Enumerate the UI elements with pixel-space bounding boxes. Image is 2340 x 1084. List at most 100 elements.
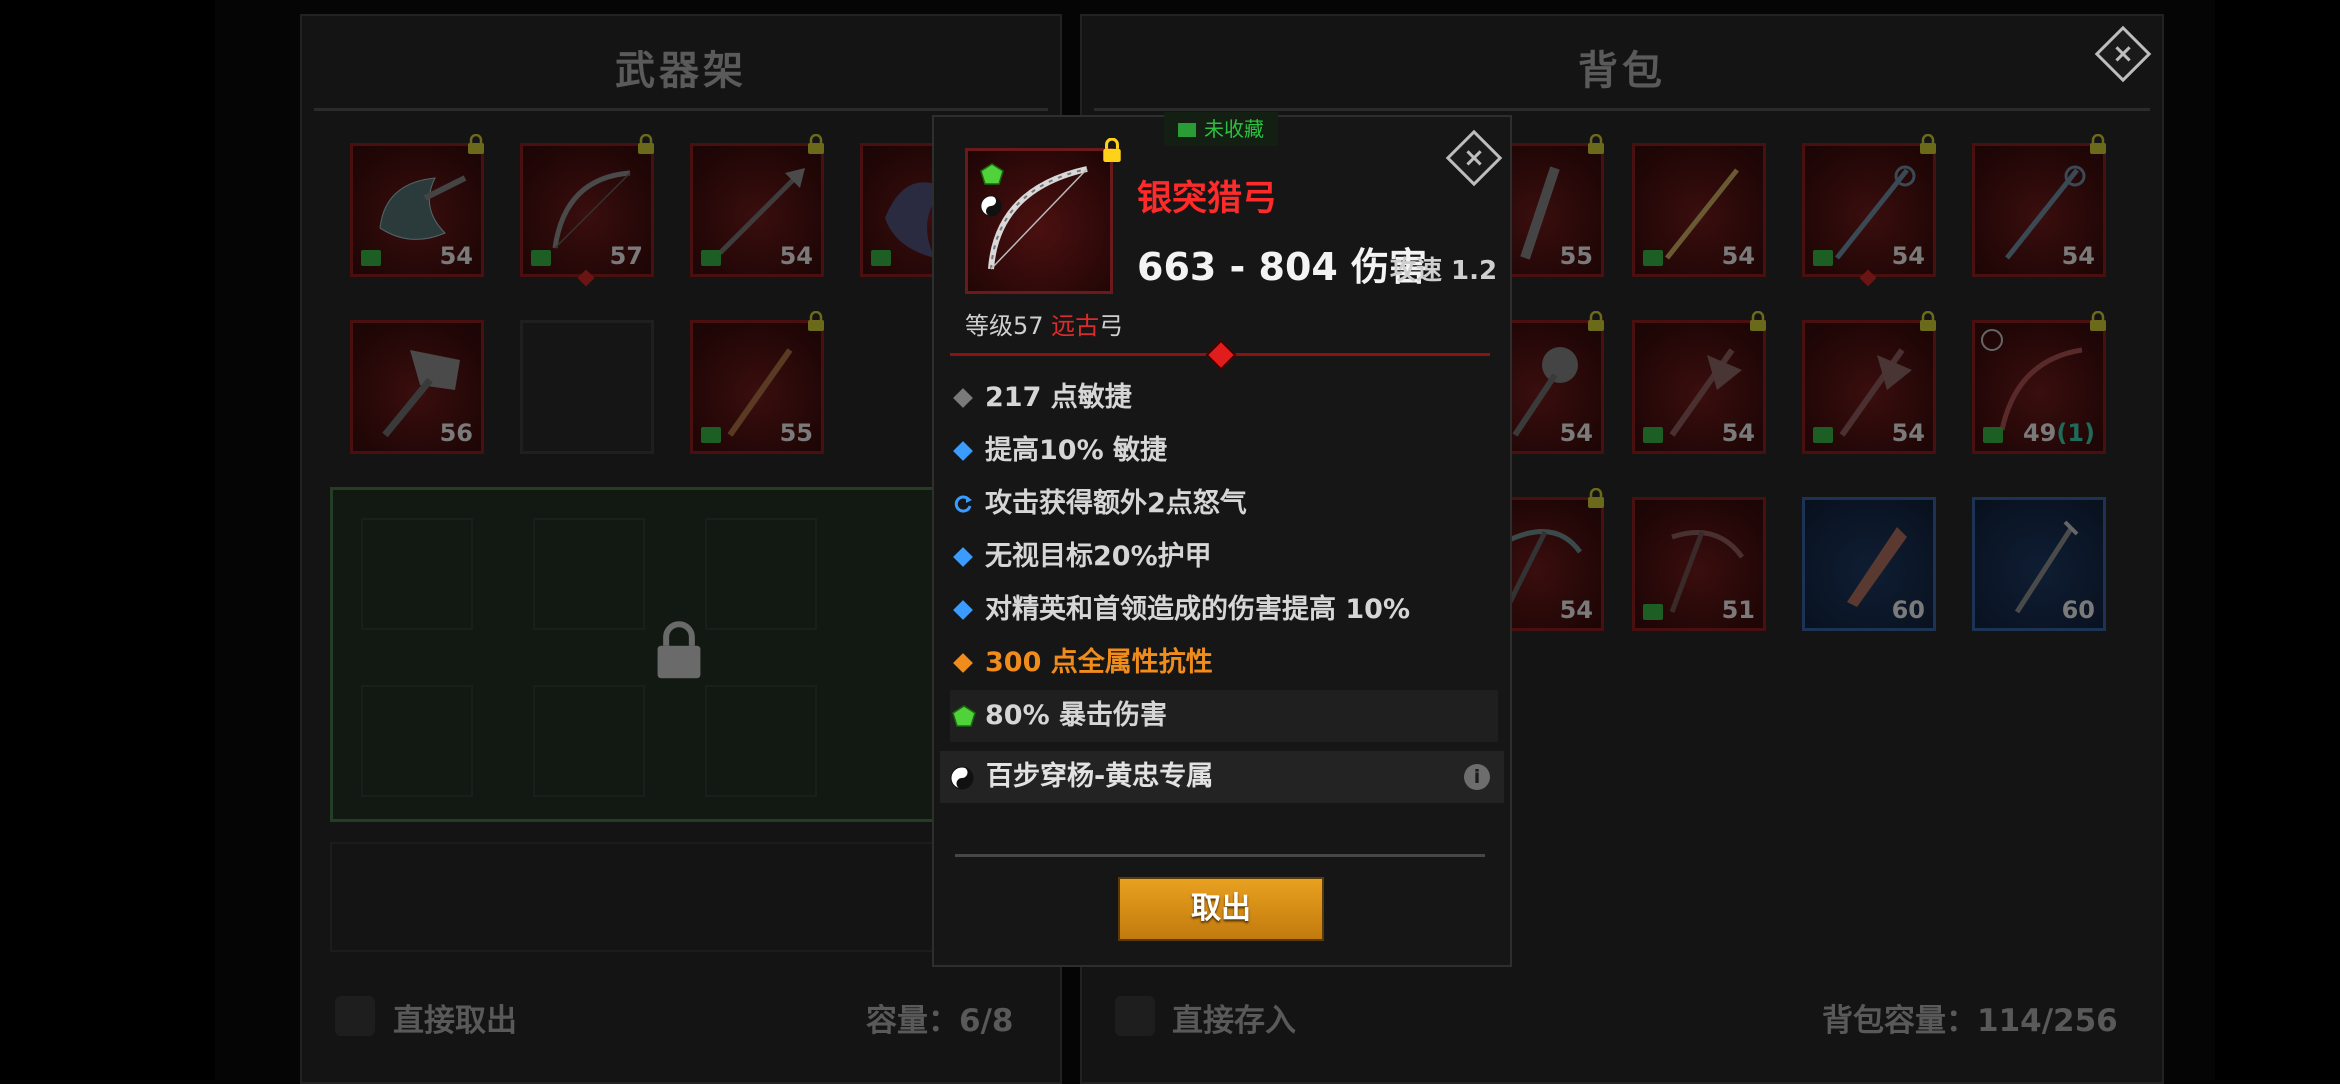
take-out-button[interactable]: 取出 xyxy=(1118,877,1324,941)
close-icon: × xyxy=(2112,39,2134,69)
item-level: 60 xyxy=(1891,596,1925,624)
direct-deposit-label: 直接存入 xyxy=(1172,1003,1296,1039)
direct-takeout-checkbox[interactable] xyxy=(335,996,375,1036)
item-level: 54 xyxy=(2061,242,2095,270)
direct-deposit-checkbox[interactable] xyxy=(1115,996,1155,1036)
direct-takeout-label: 直接取出 xyxy=(393,1003,517,1039)
collected-book-icon xyxy=(361,250,381,266)
backpack-slot[interactable]: 54 xyxy=(1802,133,1936,287)
backpack-slot[interactable]: 54 xyxy=(1972,133,2106,277)
rack-slot[interactable]: 54 xyxy=(350,133,484,277)
collected-book-icon xyxy=(1813,427,1833,443)
stat-row: 217 点敏捷 xyxy=(950,372,1498,424)
stat-row: 无视目标20%护甲 xyxy=(950,531,1498,583)
collected-book-icon xyxy=(701,427,721,443)
left-letterbox xyxy=(0,0,215,1080)
collection-status-badge: 未收藏 xyxy=(1164,112,1278,146)
backpack-slot[interactable]: 49(1) xyxy=(1972,310,2106,454)
collected-book-icon xyxy=(1983,427,2003,443)
set-bonus-name: 百步穿杨-黄忠专属 xyxy=(986,761,1214,792)
backpack-slot[interactable]: 54 xyxy=(1632,310,1766,454)
item-level: 55 xyxy=(1559,242,1593,270)
locked-slots-area xyxy=(330,487,940,822)
rack-slot[interactable]: 54 xyxy=(690,133,824,277)
divider xyxy=(955,854,1485,857)
lock-icon xyxy=(805,310,827,331)
collected-book-icon xyxy=(1643,427,1663,443)
item-level: 57 xyxy=(609,242,643,270)
empty-rack-slot[interactable] xyxy=(520,320,654,454)
locked-slots-row xyxy=(330,842,940,952)
set-bonus-row[interactable]: 百步穿杨-黄忠专属 i xyxy=(940,751,1504,803)
lock-icon xyxy=(657,621,701,679)
collected-book-icon xyxy=(1643,250,1663,266)
lock-icon xyxy=(1585,133,1607,154)
weapon-type: 弓 xyxy=(1099,312,1124,340)
stack-count: (1) xyxy=(2056,419,2095,447)
rack-slot[interactable]: 55 xyxy=(690,310,824,454)
refresh-icon xyxy=(954,495,972,513)
item-level: 54 xyxy=(1721,242,1755,270)
collected-book-icon xyxy=(701,250,721,266)
attack-speed: 攻速 1.2 xyxy=(1390,256,1498,286)
orange-diamond-icon xyxy=(953,653,973,673)
stat-row: 对精英和首领造成的伤害提高 10% xyxy=(950,584,1498,636)
backpack-slot[interactable]: 54 xyxy=(1632,143,1766,277)
book-icon xyxy=(1178,123,1196,137)
divider xyxy=(1094,108,2150,111)
stat-row: 80% 暴击伤害 xyxy=(950,690,1498,742)
blue-diamond-icon xyxy=(953,600,973,620)
rarity-label: 远古 xyxy=(1051,312,1100,340)
item-level: 54 xyxy=(1559,596,1593,624)
lock-icon xyxy=(805,133,827,154)
green-gem-icon xyxy=(980,163,1004,185)
lock-icon xyxy=(465,133,487,154)
item-portrait xyxy=(965,148,1113,294)
item-level: 56 xyxy=(439,419,473,447)
lock-icon xyxy=(1917,133,1939,154)
item-level-info: 等级57 远古弓 xyxy=(965,312,1124,340)
item-level: 55 xyxy=(779,419,813,447)
item-level: 54 xyxy=(1559,419,1593,447)
damage-range: 663 - 804 伤害 xyxy=(1137,245,1428,289)
ring-icon xyxy=(1981,329,2003,351)
collected-book-icon xyxy=(1813,250,1833,266)
backpack-slot[interactable]: 60 xyxy=(1972,497,2106,631)
lock-icon xyxy=(2087,310,2109,331)
blue-diamond-icon xyxy=(953,547,973,567)
gray-diamond-icon xyxy=(953,388,973,408)
green-gem-icon xyxy=(952,705,976,727)
close-icon: × xyxy=(1463,143,1485,173)
item-level: 54 xyxy=(779,242,813,270)
stat-row: 300 点全属性抗性 xyxy=(950,637,1498,689)
item-level: 51 xyxy=(1721,596,1755,624)
right-letterbox xyxy=(2215,0,2340,1080)
item-level: 54 xyxy=(1721,419,1755,447)
info-icon[interactable]: i xyxy=(1464,764,1490,790)
lock-icon xyxy=(2087,133,2109,154)
item-name: 银突猎弓 xyxy=(1137,179,1278,219)
lock-icon[interactable] xyxy=(1100,138,1124,162)
rack-slot[interactable]: 57 xyxy=(520,133,654,287)
lock-icon xyxy=(1585,310,1607,331)
backpack-slot[interactable]: 60 xyxy=(1802,497,1936,631)
backpack-slot[interactable]: 54 xyxy=(1802,310,1936,454)
collected-book-icon xyxy=(531,250,551,266)
stat-row: 提高10% 敏捷 xyxy=(950,425,1498,477)
lock-icon xyxy=(635,133,657,154)
item-level: 54 xyxy=(1891,242,1925,270)
rack-slot[interactable]: 56 xyxy=(350,320,484,454)
item-level: 60 xyxy=(2061,596,2095,624)
backpack-slot[interactable]: 51 xyxy=(1632,497,1766,631)
weapon-rack-title: 武器架 xyxy=(615,48,747,94)
item-level: 54 xyxy=(439,242,473,270)
backpack-capacity: 背包容量：114/256 xyxy=(1822,1003,2118,1039)
lock-icon xyxy=(1747,310,1769,331)
lock-icon xyxy=(1585,487,1607,508)
rack-capacity: 容量：6/8 xyxy=(866,1003,1014,1039)
item-level: 54 xyxy=(1891,419,1925,447)
blue-diamond-icon xyxy=(953,441,973,461)
collected-book-icon xyxy=(871,250,891,266)
yin-yang-icon xyxy=(950,766,974,790)
stat-row: 攻击获得额外2点怒气 xyxy=(950,478,1498,530)
